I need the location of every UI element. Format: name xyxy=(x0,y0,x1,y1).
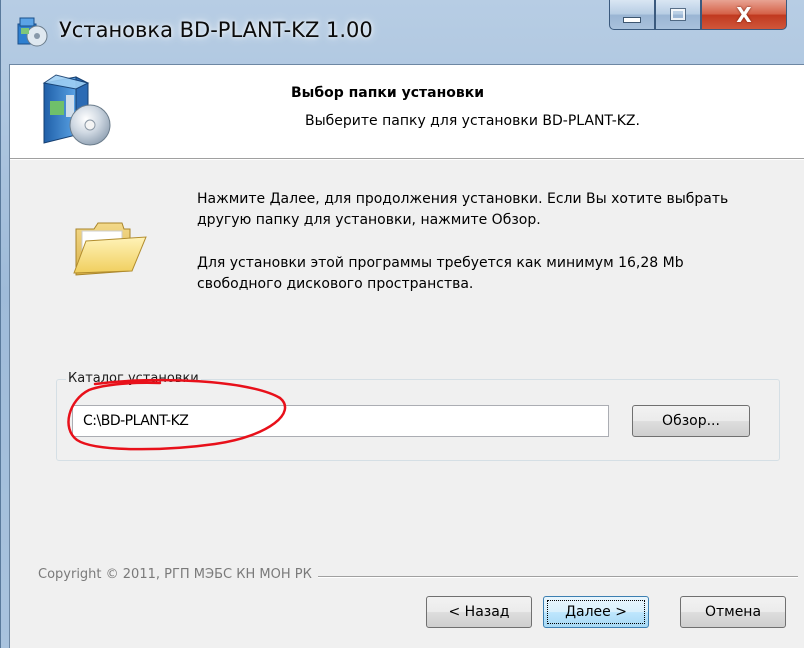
browse-button[interactable]: Обзор... xyxy=(632,405,750,437)
back-button[interactable]: < Назад xyxy=(426,596,532,628)
dialog-client-area: Выбор папки установки Выберите папку для… xyxy=(9,64,804,648)
maximize-icon xyxy=(670,8,686,21)
wizard-step-title: Выбор папки установки xyxy=(291,85,485,101)
close-button[interactable]: X xyxy=(701,0,787,30)
wizard-header: Выбор папки установки Выберите папку для… xyxy=(10,65,804,159)
caption-buttons: X xyxy=(609,0,787,30)
wizard-step-subtitle: Выберите папку для установки BD-PLANT-KZ… xyxy=(305,113,640,129)
disk-space-text: Для установки этой программы требуется к… xyxy=(197,255,684,292)
minimize-button[interactable] xyxy=(609,0,655,30)
close-icon: X xyxy=(736,2,752,27)
title-bar[interactable]: Установка BD-PLANT-KZ 1.00 X xyxy=(1,0,804,64)
next-button[interactable]: Далее > xyxy=(543,596,649,628)
install-path-input[interactable] xyxy=(72,405,609,437)
instruction-text: Нажмите Далее, для продолжения установки… xyxy=(197,191,729,228)
header-divider xyxy=(10,159,804,160)
cancel-button[interactable]: Отмена xyxy=(680,596,786,628)
minimize-icon xyxy=(623,16,641,23)
installer-window: Установка BD-PLANT-KZ 1.00 X Выбор папки… xyxy=(0,0,804,648)
maximize-button[interactable] xyxy=(655,0,701,30)
window-title: Установка BD-PLANT-KZ 1.00 xyxy=(59,18,373,42)
installer-app-icon xyxy=(17,17,48,47)
focus-indicator xyxy=(547,600,645,624)
folder-icon xyxy=(73,222,147,276)
installer-cd-box-icon xyxy=(42,74,111,146)
copyright-text: Copyright © 2011, РГП МЭБС КН МОН РК xyxy=(38,567,318,582)
install-dir-label: Каталог установки xyxy=(66,371,201,386)
